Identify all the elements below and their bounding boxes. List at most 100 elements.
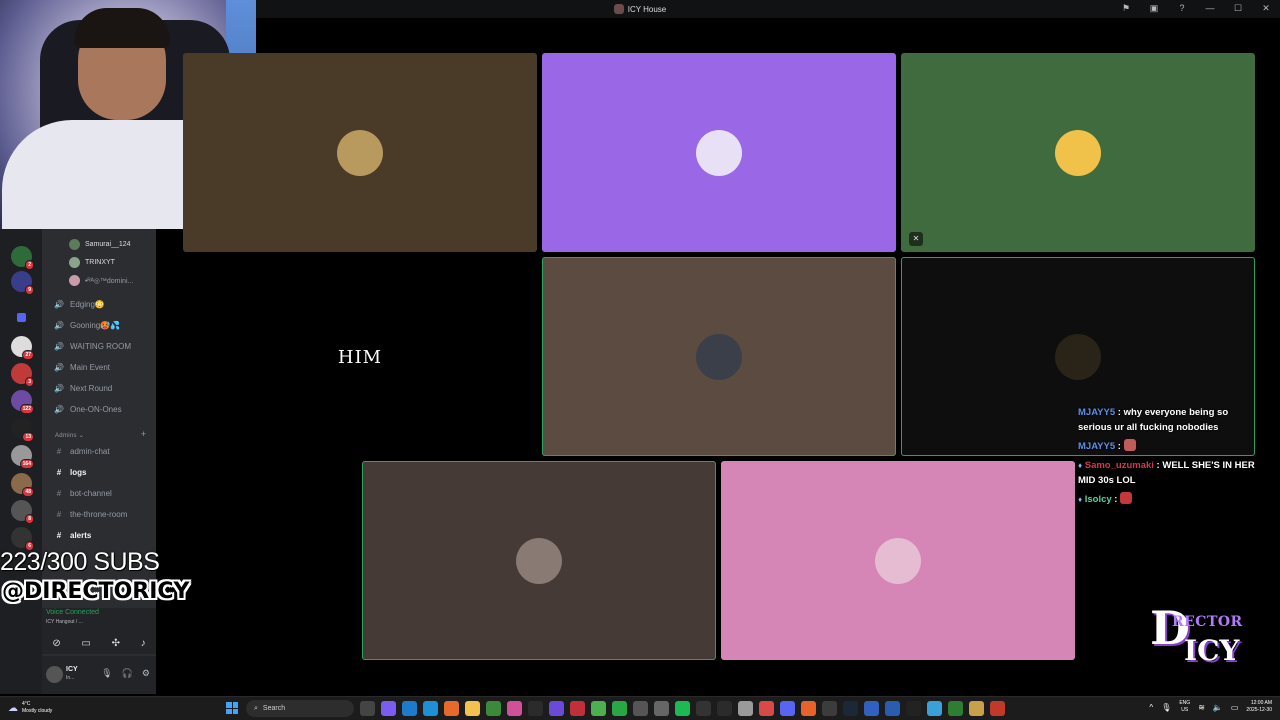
camera-off-icon[interactable]: ⊘ — [52, 638, 60, 649]
steam-icon[interactable] — [843, 701, 858, 716]
help-icon[interactable]: ? — [1176, 3, 1188, 14]
weather-widget[interactable]: ☁ 4°C Mostly cloudy — [8, 701, 52, 715]
voice-member[interactable]: •ᴿᴬ◎™domini... — [69, 275, 133, 286]
app-icon[interactable] — [969, 701, 984, 716]
app-icon[interactable] — [990, 701, 1005, 716]
screen-share-icon[interactable]: ▭ — [81, 638, 90, 649]
firefox-icon[interactable] — [444, 701, 459, 716]
screen-icon[interactable]: ▣ — [1148, 3, 1160, 14]
chrome-icon[interactable] — [591, 701, 606, 716]
app-icon[interactable] — [885, 701, 900, 716]
video-tile[interactable] — [183, 53, 537, 252]
weather-desc: Mostly cloudy — [22, 708, 53, 714]
participant-stream-text: HIM — [337, 346, 383, 368]
channel-label: Next Round — [70, 384, 113, 393]
server-icon[interactable]: 8 — [11, 500, 34, 524]
x-icon[interactable] — [906, 701, 921, 716]
app-icon[interactable] — [927, 701, 942, 716]
file-explorer-icon[interactable] — [465, 701, 480, 716]
close-icon[interactable]: ✕ — [1260, 3, 1272, 14]
app-icon[interactable] — [507, 701, 522, 716]
app-icon[interactable] — [948, 701, 963, 716]
app-icon[interactable] — [486, 701, 501, 716]
video-tile[interactable]: ✕ — [901, 53, 1255, 252]
text-channel[interactable]: # alerts — [54, 531, 92, 540]
windows-start-icon[interactable] — [226, 702, 238, 714]
browser-icon[interactable] — [423, 701, 438, 716]
voice-member[interactable]: Samurai__124 — [69, 239, 131, 250]
voice-channel[interactable]: 🔊 Main Event — [54, 363, 110, 372]
app-icon[interactable] — [717, 701, 732, 716]
server-icon[interactable]: 122 — [11, 390, 34, 414]
volume-icon[interactable]: 🔈 — [1213, 703, 1223, 712]
wifi-icon[interactable]: ≋ — [1198, 703, 1205, 712]
app-icon[interactable] — [822, 701, 837, 716]
video-tile[interactable]: HIM — [183, 257, 537, 456]
voice-channel[interactable]: 🔊 Next Round — [54, 384, 112, 393]
inbox-icon[interactable]: ⚑ — [1120, 3, 1132, 14]
video-tile[interactable] — [721, 461, 1075, 660]
text-channel[interactable]: # the-throne-room — [54, 510, 128, 519]
activities-icon[interactable]: ✣ — [112, 638, 120, 649]
server-icon[interactable]: 3 — [11, 363, 34, 387]
voice-channel[interactable]: 🔊 WAITING ROOM — [54, 342, 131, 351]
server-icon[interactable]: 2 — [11, 246, 34, 270]
voice-channel[interactable]: 🔊 Edging😳 — [54, 300, 105, 309]
window-controls: ⚑ ▣ ? — ☐ ✕ — [1120, 3, 1272, 14]
app-icon[interactable] — [633, 701, 648, 716]
soundboard-icon[interactable]: ♪ — [141, 638, 146, 649]
clock[interactable]: 12:00 AM 2025-12-30 — [1246, 700, 1272, 714]
mention-badge: 3 — [25, 377, 34, 387]
channel-label: One-ON-Ones — [70, 405, 122, 414]
app-icon[interactable] — [654, 701, 669, 716]
language-indicator[interactable]: ENG US — [1179, 700, 1190, 714]
channel-label: logs — [70, 468, 87, 477]
headphones-icon[interactable]: 🎧 — [122, 668, 133, 679]
app-icon[interactable] — [759, 701, 774, 716]
video-tile[interactable] — [362, 461, 716, 660]
settings-gear-icon[interactable]: ⚙ — [142, 668, 150, 679]
server-icon[interactable]: 6 — [11, 527, 34, 551]
spotify-icon[interactable] — [675, 701, 690, 716]
voice-member[interactable]: TRINXYT — [69, 257, 115, 268]
server-icon[interactable]: 27 — [11, 336, 34, 360]
app-icon[interactable] — [780, 701, 795, 716]
folder-icon[interactable] — [11, 308, 32, 329]
voice-channel-name[interactable]: ICY Hangout / ... — [46, 619, 83, 625]
discord-icon[interactable] — [549, 701, 564, 716]
add-channel-icon[interactable]: + — [141, 429, 146, 439]
server-icon[interactable]: 48 — [11, 473, 34, 497]
minimize-icon[interactable]: — — [1204, 3, 1216, 14]
app-icon[interactable] — [864, 701, 879, 716]
app-icon[interactable] — [612, 701, 627, 716]
microphone-tray-icon[interactable]: 🎙 — [1161, 703, 1171, 712]
video-tile[interactable] — [542, 257, 896, 456]
avatar — [69, 257, 80, 268]
microphone-icon[interactable]: 🎙 — [101, 668, 112, 679]
voice-channel[interactable]: 🔊 One-ON-Ones — [54, 405, 122, 414]
battery-icon[interactable]: ▭ — [1231, 703, 1239, 712]
channel-label: the-throne-room — [70, 510, 128, 519]
app-icon[interactable] — [801, 701, 816, 716]
avatar[interactable] — [46, 666, 63, 683]
maximize-icon[interactable]: ☐ — [1232, 3, 1244, 14]
text-channel[interactable]: # logs — [54, 468, 87, 477]
app-icon[interactable] — [738, 701, 753, 716]
voice-channel[interactable]: 🔊 Gooning🥵💦 — [54, 321, 120, 330]
app-icon[interactable] — [528, 701, 543, 716]
server-icon[interactable]: 9 — [11, 271, 34, 295]
participant-avatar — [696, 333, 742, 380]
chevron-up-icon[interactable]: ^ — [1149, 703, 1153, 712]
app-icon[interactable] — [696, 701, 711, 716]
server-icon[interactable]: 164 — [11, 445, 34, 469]
app-icon[interactable] — [381, 701, 396, 716]
text-channel[interactable]: # bot-channel — [54, 489, 112, 498]
opera-icon[interactable] — [570, 701, 585, 716]
taskbar-search[interactable]: ⌕ Search — [246, 700, 354, 717]
server-icon[interactable]: 13 — [11, 418, 34, 442]
task-view-icon[interactable] — [360, 701, 375, 716]
category-admins[interactable]: Admins ⌄ — [55, 432, 84, 439]
edge-icon[interactable] — [402, 701, 417, 716]
text-channel[interactable]: # admin-chat — [54, 447, 110, 456]
video-tile[interactable] — [542, 53, 896, 252]
